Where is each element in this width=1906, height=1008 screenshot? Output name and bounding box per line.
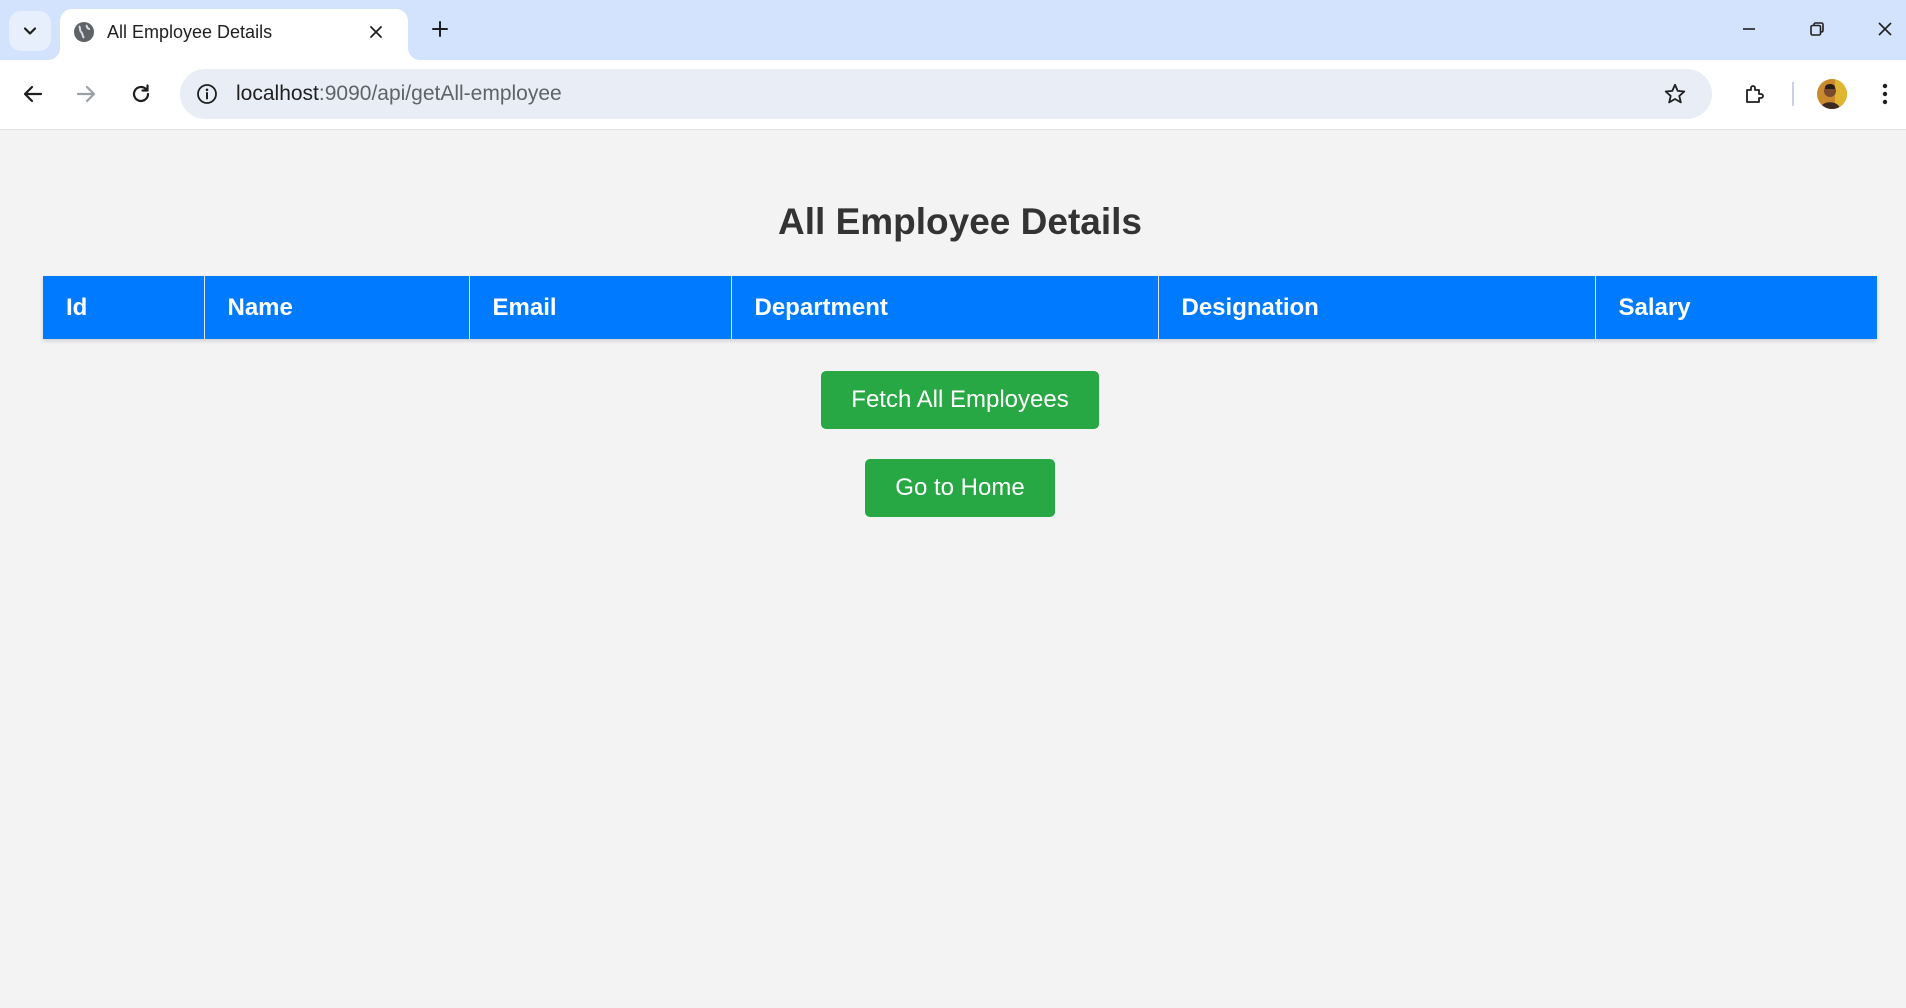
restore-icon	[1810, 22, 1824, 36]
new-tab-button[interactable]	[425, 14, 455, 44]
avatar-image	[1817, 79, 1847, 109]
plus-icon	[432, 21, 448, 37]
browser-toolbar: localhost:9090/api/getAll-employee	[0, 60, 1906, 130]
column-header-designation: Designation	[1158, 276, 1596, 339]
url-host: localhost	[236, 82, 319, 105]
globe-icon	[74, 22, 94, 42]
address-bar[interactable]: localhost:9090/api/getAll-employee	[180, 69, 1712, 119]
forward-button[interactable]	[67, 75, 105, 113]
close-icon	[370, 26, 382, 38]
back-arrow-icon	[23, 85, 43, 103]
reload-icon	[132, 84, 150, 103]
tab-search-button[interactable]	[9, 11, 51, 51]
url-path: :9090/api/getAll-employee	[318, 82, 562, 105]
extensions-icon	[1746, 85, 1764, 103]
page-title: All Employee Details	[778, 201, 1142, 242]
browser-menu-button[interactable]	[1869, 75, 1901, 113]
profile-avatar[interactable]	[1817, 79, 1847, 109]
employee-table: Id Name Email Department Designation Sal…	[43, 276, 1877, 339]
bookmark-button[interactable]	[1661, 80, 1689, 108]
reload-button[interactable]	[122, 75, 160, 113]
column-header-name: Name	[204, 276, 470, 339]
fetch-all-employees-button[interactable]: Fetch All Employees	[821, 371, 1099, 429]
table-header-row: Id Name Email Department Designation Sal…	[43, 276, 1877, 339]
minimize-icon	[1743, 28, 1755, 30]
site-info-button[interactable]	[193, 80, 221, 108]
column-header-id: Id	[43, 276, 205, 339]
toolbar-divider	[1792, 82, 1794, 106]
column-header-department: Department	[731, 276, 1159, 339]
restore-button[interactable]	[1797, 12, 1837, 46]
forward-arrow-icon	[76, 85, 96, 103]
tab-strip: All Employee Details	[0, 0, 1906, 60]
tab-close-button[interactable]	[363, 19, 389, 45]
star-icon	[1664, 83, 1686, 104]
window-close-icon	[1878, 22, 1892, 36]
column-header-salary: Salary	[1595, 276, 1877, 339]
back-button[interactable]	[14, 75, 52, 113]
extensions-button[interactable]	[1736, 75, 1774, 113]
info-icon	[197, 84, 217, 104]
kebab-menu-icon	[1882, 83, 1888, 105]
column-header-email: Email	[469, 276, 732, 339]
url-text: localhost:9090/api/getAll-employee	[236, 82, 562, 106]
tab-search-icon	[23, 27, 37, 35]
tab-title: All Employee Details	[107, 22, 273, 42]
page-content: All Employee Details Id Name Email Depar…	[0, 131, 1906, 1008]
window-close-button[interactable]	[1865, 12, 1905, 46]
go-to-home-button[interactable]: Go to Home	[865, 459, 1055, 517]
minimize-button[interactable]	[1729, 12, 1769, 46]
browser-tab-active[interactable]: All Employee Details	[60, 9, 408, 60]
